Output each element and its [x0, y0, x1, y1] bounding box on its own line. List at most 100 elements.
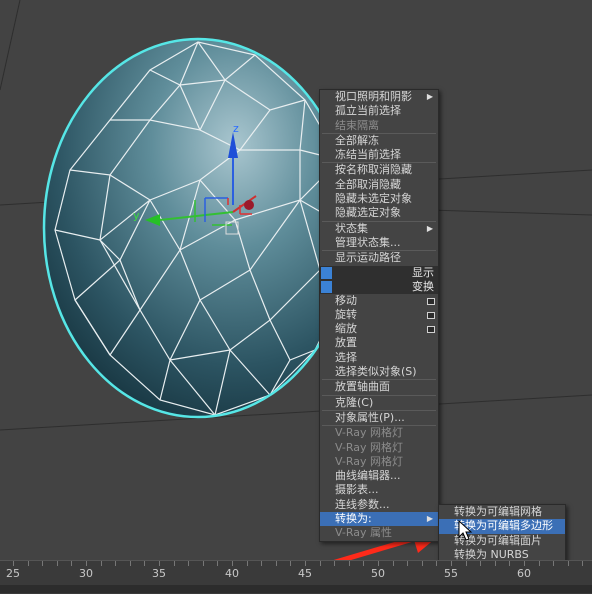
menu-item[interactable]: 按名称取消隐藏 [320, 163, 438, 177]
timeline-tick-mark [232, 561, 233, 566]
timeline-tick-mark [202, 561, 204, 566]
timeline-tick-label: 45 [298, 567, 312, 580]
menu-item[interactable]: V-Ray 属性 [320, 526, 438, 540]
menu-item[interactable]: 摄影表... [320, 483, 438, 497]
y-axis-label: y [133, 209, 140, 222]
quad-menu: 视口照明和阴影 ▶ 孤立当前选择 结束隔离 全部解冻 冻结当前选择 按名称取消隐藏 全部取消隐… [319, 89, 439, 542]
timeline-tick-mark [509, 561, 511, 566]
timeline-tick-mark [56, 561, 58, 566]
timeline-tick-mark [524, 561, 525, 566]
timeline-tick-mark [275, 561, 277, 566]
menu-item-label: 移动 [335, 293, 357, 307]
menu-item[interactable]: V-Ray 网格灯 [320, 455, 438, 469]
submenu-arrow-icon: ▶ [426, 223, 433, 233]
menu-item[interactable]: 放置轴曲面 [320, 380, 438, 394]
menu-item[interactable]: 结束隔离 [320, 119, 438, 133]
menu-item-label: 隐藏选定对象 [335, 206, 401, 220]
menu-item-label: V-Ray 网格灯 [335, 454, 403, 468]
menu-item[interactable]: 隐藏选定对象 [320, 206, 438, 220]
timeline-tick-label: 60 [517, 567, 531, 580]
timeline-tick-label: 25 [6, 567, 20, 580]
menu-item[interactable]: 全部取消隐藏 [320, 178, 438, 192]
menu-item[interactable]: 缩放 [320, 322, 438, 336]
menu-item[interactable]: 状态集 ▶ [320, 222, 438, 236]
menu-item-label: 放置 [335, 336, 357, 350]
menu-item-label: 转换为 NURBS [454, 547, 529, 560]
quad-header-transform-label: 变换 [412, 279, 434, 293]
timeline-tick-mark [392, 561, 394, 566]
menu-item[interactable]: 选择类似对象(S) [320, 365, 438, 379]
quad-menu-display-section: 视口照明和阴影 ▶ 孤立当前选择 结束隔离 全部解冻 冻结当前选择 按名称取消隐藏 全部取消隐… [320, 90, 438, 266]
menu-item-label: 转换为: [335, 512, 372, 526]
menu-item[interactable]: 对象属性(P)... [320, 411, 438, 425]
menu-item-label: 摄影表... [335, 483, 379, 497]
menu-item-label: 结束隔离 [335, 118, 379, 132]
timeline-tick-mark [567, 561, 569, 566]
menu-item[interactable]: 移动 [320, 294, 438, 308]
menu-item[interactable]: 选择 [320, 351, 438, 365]
geosphere-object[interactable] [42, 37, 354, 419]
timeline-tick-mark [582, 561, 584, 566]
menu-item-label: 视口照明和阴影 [335, 90, 412, 103]
timeline-tick-mark [538, 561, 540, 566]
timeline-tick-label: 30 [79, 567, 93, 580]
timeline-tick-mark [436, 561, 438, 566]
timeline-tick-mark [553, 561, 555, 566]
quad-header-display: 显示 [320, 265, 438, 280]
timeline-tick-mark [217, 561, 219, 566]
options-box-icon[interactable] [427, 311, 435, 319]
menu-item[interactable]: 孤立当前选择 [320, 104, 438, 118]
menu-item[interactable]: 克隆(C) [320, 396, 438, 410]
timeline-tick-mark [42, 561, 44, 566]
timeline-tick-mark [144, 561, 146, 566]
timeline-tick-mark [305, 561, 306, 566]
menu-item[interactable]: 显示运动路径 [320, 251, 438, 265]
perspective-viewport[interactable]: z y 视口照明和阴影 ▶ 孤立当前选择 结束隔离 全部解冻 冻结当前选择 按名称取消隐藏全… [0, 0, 592, 560]
menu-item-label: 按名称取消隐藏 [335, 163, 412, 177]
z-axis-label: z [233, 122, 239, 135]
quad-header-transform: 变换 [320, 279, 438, 294]
menu-item[interactable]: 旋转 [320, 308, 438, 322]
timeline-tick-label: 40 [225, 567, 239, 580]
timeline-tick-mark [451, 561, 452, 566]
bottom-status-bar [0, 585, 592, 593]
menu-item-label: 选择 [335, 350, 357, 364]
menu-item[interactable]: 冻结当前选择 [320, 148, 438, 162]
timeline-tick-label: 50 [371, 567, 385, 580]
timeline-tick-mark [465, 561, 467, 566]
timeline-tick-mark [188, 561, 190, 566]
timeline-tick-mark [421, 561, 423, 566]
timeline-tick-mark [407, 561, 409, 566]
menu-item-label: 冻结当前选择 [335, 148, 401, 162]
menu-item[interactable]: 转换为可编辑网格 [439, 505, 565, 519]
menu-item[interactable]: V-Ray 网格灯 [320, 426, 438, 440]
menu-item-label: 放置轴曲面 [335, 380, 390, 394]
menu-item[interactable]: 曲线编辑器... [320, 469, 438, 483]
options-box-icon[interactable] [427, 326, 435, 334]
menu-item-label: 状态集 [335, 221, 368, 235]
timeline-tick-mark [290, 561, 292, 566]
menu-item[interactable]: 连线参数... [320, 498, 438, 512]
timeline-tick-mark [363, 561, 365, 566]
options-box-icon[interactable] [427, 297, 435, 305]
quad-header-display-label: 显示 [412, 265, 434, 279]
menu-item-label: 连线参数... [335, 497, 390, 511]
menu-item[interactable]: 放置 [320, 336, 438, 350]
quad-menu-transform-section: 移动 旋转 缩放 放置 选择 选择类似对象(S) 放置轴曲面 克隆(C) 对象属性(P)... V… [320, 294, 438, 541]
timeline-tick-label: 55 [444, 567, 458, 580]
menu-item[interactable]: 管理状态集... [320, 236, 438, 250]
menu-item-label: 克隆(C) [335, 395, 374, 409]
timeline-tick-mark [86, 561, 87, 566]
menu-item-label: 曲线编辑器... [335, 469, 401, 483]
menu-item[interactable]: V-Ray 网格灯 [320, 441, 438, 455]
menu-item[interactable]: 转换为: ▶ [320, 512, 438, 527]
viewport-scene[interactable]: z y [0, 0, 592, 560]
menu-item[interactable]: 视口照明和阴影 ▶ [320, 90, 438, 104]
timeline-tick-mark [378, 561, 379, 566]
menu-item[interactable]: 隐藏未选定对象 [320, 192, 438, 206]
timeline-tick-mark [348, 561, 350, 566]
menu-item[interactable]: 转换为 NURBS [439, 548, 565, 560]
menu-item[interactable]: 全部解冻 [320, 134, 438, 148]
timeline-tick-mark [159, 561, 160, 566]
menu-item-label: V-Ray 属性 [335, 526, 392, 540]
